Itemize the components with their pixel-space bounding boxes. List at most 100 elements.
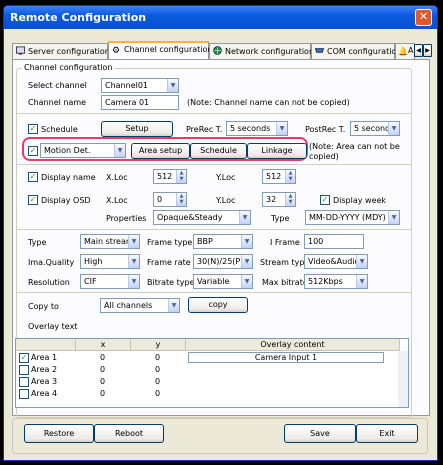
display-osd-yloc-input[interactable]: 32 ▲ ▼ bbox=[262, 192, 296, 207]
stream-type-label: Type bbox=[28, 238, 47, 247]
properties-label: Properties bbox=[106, 214, 147, 223]
postrec-label: PostRec T. bbox=[305, 125, 346, 134]
max-bitrate-combo[interactable]: 512Kbps ▼ bbox=[304, 274, 368, 289]
area-setup-button[interactable]: Area setup bbox=[131, 143, 190, 159]
spin-arrows-icon[interactable]: ▲ ▼ bbox=[285, 170, 295, 183]
postrec-combo[interactable]: 5 second ▼ bbox=[350, 121, 400, 136]
schedule-setup-button[interactable]: Setup bbox=[101, 121, 173, 137]
title-bar[interactable]: Remote Configuration ✕ bbox=[4, 6, 437, 29]
quality-label: Ima.Quality bbox=[28, 258, 75, 267]
av-stream-type-value: Video&Audio bbox=[308, 257, 360, 266]
display-name-checkbox[interactable]: ✓ bbox=[28, 172, 38, 182]
divider bbox=[16, 292, 412, 293]
chevron-down-icon: ▼ bbox=[356, 275, 367, 288]
chevron-down-icon: ▼ bbox=[388, 122, 399, 135]
spin-arrows-icon[interactable]: ▲ ▼ bbox=[176, 193, 186, 206]
motion-note: (Note: Area can not be copied) bbox=[309, 142, 400, 161]
stream-type-combo[interactable]: Main stream ▼ bbox=[80, 234, 140, 249]
motion-checkbox[interactable]: ✓ bbox=[28, 146, 38, 156]
chevron-down-icon: ▼ bbox=[356, 255, 367, 268]
prerec-label: PreRec T. bbox=[186, 125, 223, 134]
channel-name-label: Channel name bbox=[28, 98, 87, 107]
linkage-button[interactable]: Linkage bbox=[247, 143, 307, 159]
frame-rate-combo[interactable]: 30(N)/25(P) ▼ bbox=[193, 254, 253, 269]
display-name-xloc-input[interactable]: 512 ▲ ▼ bbox=[153, 169, 187, 184]
overlay-text-label: Overlay text bbox=[28, 322, 78, 331]
iframe-input[interactable]: 100 bbox=[304, 234, 364, 249]
chevron-down-icon: ▼ bbox=[388, 211, 399, 224]
tab-channel-configuration[interactable]: ⚙ Channel configuration bbox=[108, 41, 212, 60]
tab-network-configuration[interactable]: Network configuration bbox=[209, 43, 315, 59]
save-button[interactable]: Save bbox=[284, 424, 356, 443]
area-x: 0 bbox=[100, 365, 106, 374]
osd-type-combo[interactable]: MM-DD-YYYY (MDY) ▼ bbox=[305, 210, 400, 225]
display-osd-xloc-label: X.Loc bbox=[106, 196, 128, 205]
tab-scroll-right-button[interactable]: ▶ bbox=[423, 44, 432, 57]
resolution-combo[interactable]: CIF ▼ bbox=[80, 274, 140, 289]
chevron-down-icon: ▼ bbox=[128, 255, 139, 268]
area-name: Area 3 bbox=[31, 377, 58, 386]
server-icon bbox=[16, 46, 25, 55]
chevron-down-icon: ▼ bbox=[128, 235, 139, 248]
channel-name-input[interactable]: Camera 01 bbox=[101, 95, 179, 110]
restore-button[interactable]: Restore bbox=[24, 424, 94, 443]
display-name-xloc-label: X.Loc bbox=[106, 173, 128, 182]
copy-button[interactable]: copy bbox=[188, 297, 248, 313]
area-4-checkbox[interactable] bbox=[19, 389, 29, 399]
display-name-yloc-input[interactable]: 512 ▲ ▼ bbox=[262, 169, 296, 184]
chevron-down-icon: ▼ bbox=[239, 211, 250, 224]
area-name: Area 4 bbox=[31, 389, 58, 398]
max-bitrate-label: Max bitrate bbox=[262, 278, 308, 287]
display-osd-xloc-input[interactable]: 0 ▲ ▼ bbox=[153, 192, 187, 207]
schedule-label: Schedule bbox=[41, 125, 78, 134]
area-3-checkbox[interactable] bbox=[19, 377, 29, 387]
chevron-down-icon: ▼ bbox=[241, 275, 252, 288]
divider bbox=[16, 164, 412, 165]
tab-alarm-configuration[interactable]: 🔔A bbox=[395, 43, 415, 59]
frame-rate-value: 30(N)/25(P) bbox=[197, 257, 244, 266]
area-name: Area 2 bbox=[31, 365, 58, 374]
osd-type-value: MM-DD-YYYY (MDY) bbox=[309, 213, 386, 222]
table-scrollbar[interactable] bbox=[398, 351, 408, 407]
area-y: 0 bbox=[155, 377, 161, 386]
overlay-content-input[interactable]: Camera Input 1 bbox=[188, 352, 384, 363]
tab-server-configuration[interactable]: Server configuration bbox=[12, 43, 110, 59]
close-button[interactable]: ✕ bbox=[415, 9, 432, 26]
bitrate-type-combo[interactable]: Variable ▼ bbox=[193, 274, 253, 289]
schedule-checkbox[interactable]: ✓ bbox=[28, 124, 38, 134]
area-1-checkbox[interactable]: ✓ bbox=[19, 353, 29, 363]
quality-combo[interactable]: High ▼ bbox=[80, 254, 140, 269]
prerec-combo[interactable]: 5 seconds ▼ bbox=[226, 121, 288, 136]
spin-arrows-icon[interactable]: ▲ ▼ bbox=[285, 193, 295, 206]
chevron-down-icon: ▼ bbox=[276, 122, 287, 135]
bitrate-type-value: Variable bbox=[197, 277, 230, 286]
display-week-checkbox[interactable]: ✓ bbox=[320, 195, 330, 205]
copy-to-combo[interactable]: All channels ▼ bbox=[100, 298, 180, 313]
tab-scroll-left-button[interactable]: ◀ bbox=[414, 44, 423, 57]
motion-type-value: Motion Det. bbox=[44, 146, 91, 155]
spin-arrows-icon[interactable]: ▲ ▼ bbox=[176, 170, 186, 183]
tab-label: COM configuration bbox=[327, 47, 402, 56]
select-channel-combo[interactable]: Channel01 ▼ bbox=[101, 78, 179, 93]
tab-label: Network configuration bbox=[225, 47, 315, 56]
quality-value: High bbox=[84, 257, 103, 266]
display-osd-yloc-label: Y.Loc bbox=[216, 196, 236, 205]
motion-type-combo[interactable]: Motion Det. ▼ bbox=[40, 143, 126, 158]
display-osd-checkbox[interactable]: ✓ bbox=[28, 195, 38, 205]
area-y: 0 bbox=[155, 353, 161, 362]
motion-schedule-button[interactable]: Schedule bbox=[190, 143, 247, 159]
postrec-value: 5 second bbox=[354, 124, 391, 133]
display-name-yloc-label: Y.Loc bbox=[216, 173, 236, 182]
frame-type-combo[interactable]: BBP ▼ bbox=[193, 234, 253, 249]
tab-com-configuration[interactable]: COM configuration bbox=[311, 43, 401, 59]
reboot-button[interactable]: Reboot bbox=[94, 424, 164, 443]
frame-type-label: Frame type bbox=[147, 238, 193, 247]
av-stream-type-combo[interactable]: Video&Audio ▼ bbox=[304, 254, 368, 269]
resolution-value: CIF bbox=[84, 277, 97, 286]
exit-button[interactable]: Exit bbox=[356, 424, 418, 443]
table-header-x: x bbox=[76, 339, 131, 351]
properties-combo[interactable]: Opaque&Steady ▼ bbox=[153, 210, 251, 225]
iframe-label: I Frame bbox=[270, 238, 300, 247]
gear-icon: ⚙ bbox=[112, 46, 121, 56]
area-2-checkbox[interactable] bbox=[19, 365, 29, 375]
